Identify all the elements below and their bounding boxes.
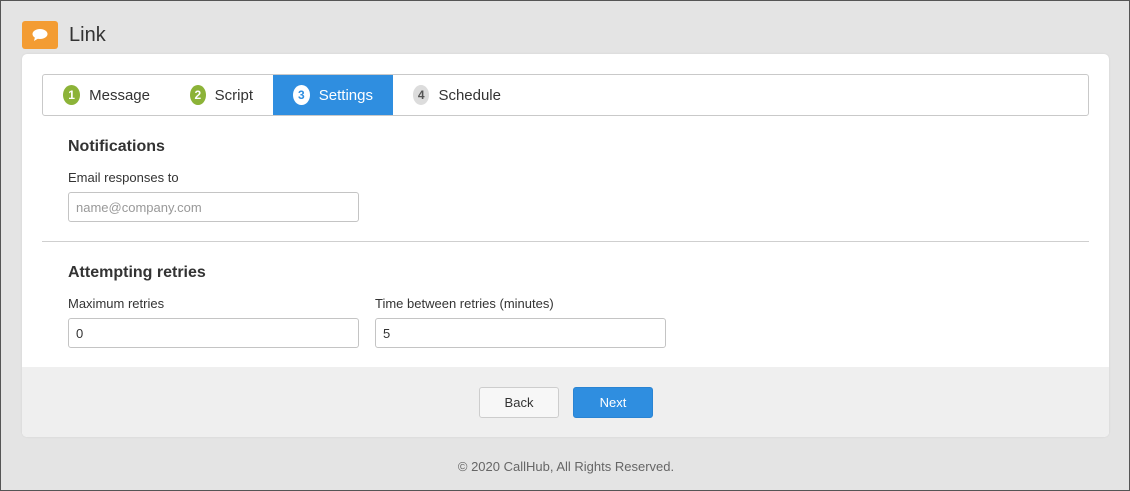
wizard-steps: 1 Message 2 Script 3 Settings 4 Schedule [42, 74, 1089, 116]
settings-card: 1 Message 2 Script 3 Settings 4 Schedule… [22, 54, 1109, 437]
back-button[interactable]: Back [479, 387, 559, 418]
step-message[interactable]: 1 Message [43, 75, 170, 115]
email-label: Email responses to [68, 170, 179, 185]
step-label: Script [214, 86, 253, 104]
section-divider [42, 241, 1089, 242]
step-label: Settings [318, 86, 373, 104]
email-field[interactable] [68, 192, 359, 222]
step-label: Message [89, 86, 150, 104]
max-retries-input[interactable] [68, 318, 359, 348]
step-script[interactable]: 2 Script [170, 75, 273, 115]
max-retries-label: Maximum retries [68, 296, 165, 311]
retry-interval-label: Time between retries (minutes) [375, 296, 554, 311]
next-button[interactable]: Next [573, 387, 653, 418]
copyright-text: © 2020 CallHub, All Rights Reserved. [457, 459, 675, 474]
step-number: 1 [63, 85, 81, 105]
step-number: 4 [413, 85, 430, 105]
notifications-title: Notifications [68, 138, 165, 155]
step-label: Schedule [438, 86, 501, 104]
chat-bubble-icon [22, 21, 58, 49]
action-bar: Back Next [22, 367, 1109, 437]
retry-interval-input[interactable] [375, 318, 666, 348]
step-schedule[interactable]: 4 Schedule [393, 75, 521, 115]
step-number: 2 [190, 85, 206, 105]
step-number: 3 [293, 85, 310, 105]
page-title: Link [69, 23, 106, 46]
retries-title: Attempting retries [68, 264, 206, 281]
step-settings[interactable]: 3 Settings [273, 75, 393, 115]
page-header: Link [22, 21, 106, 49]
